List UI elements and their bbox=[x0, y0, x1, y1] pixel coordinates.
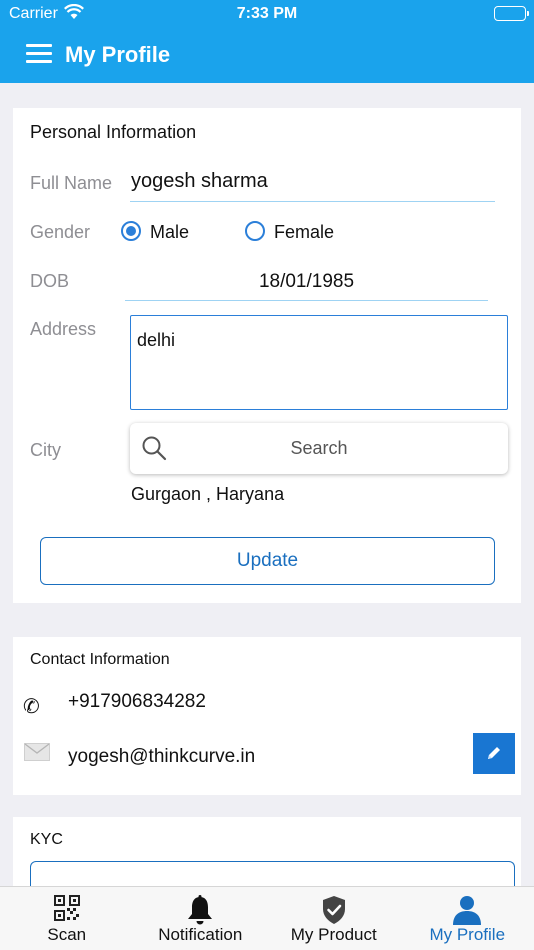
address-label: Address bbox=[30, 319, 97, 339]
contact-information-card: Contact Information ✆ +917906834282 yoge… bbox=[13, 637, 521, 795]
gender-male-label[interactable]: Male bbox=[150, 222, 189, 243]
personal-information-card: Personal Information Full Name yogesh sh… bbox=[13, 108, 521, 603]
tab-my-profile-label: My Profile bbox=[429, 925, 506, 944]
qr-code-icon bbox=[0, 895, 134, 925]
address-textarea[interactable]: delhi bbox=[130, 315, 508, 410]
bell-icon bbox=[134, 895, 268, 925]
tab-my-product-label: My Product bbox=[290, 925, 377, 944]
update-button[interactable]: Update bbox=[40, 537, 495, 585]
kyc-card: KYC bbox=[13, 817, 521, 891]
full-name-input[interactable]: yogesh sharma bbox=[131, 170, 268, 193]
gender-label: Gender bbox=[30, 222, 91, 242]
city-label: City bbox=[30, 440, 61, 460]
full-name-underline bbox=[130, 201, 495, 202]
shield-check-icon bbox=[267, 895, 401, 925]
tab-my-profile[interactable]: My Profile bbox=[401, 887, 534, 950]
gender-male-radio[interactable] bbox=[121, 221, 141, 241]
contact-information-title: Contact Information bbox=[30, 651, 170, 668]
tab-scan[interactable]: Scan bbox=[0, 887, 134, 950]
tab-my-product[interactable]: My Product bbox=[267, 887, 401, 950]
dob-underline bbox=[125, 300, 488, 301]
hamburger-menu-icon[interactable] bbox=[26, 44, 52, 64]
tab-notification[interactable]: Notification bbox=[134, 887, 268, 950]
gender-female-label[interactable]: Female bbox=[274, 222, 334, 243]
city-search-box[interactable]: Search bbox=[130, 423, 508, 474]
tab-scan-label: Scan bbox=[47, 925, 87, 944]
dob-input[interactable]: 18/01/1985 bbox=[125, 271, 488, 293]
bottom-tab-bar: Scan Notification My Product My Profile bbox=[0, 886, 534, 950]
page-title: My Profile bbox=[65, 42, 171, 67]
personal-information-title: Personal Information bbox=[30, 122, 197, 142]
phone-number: +917906834282 bbox=[68, 691, 206, 712]
envelope-icon bbox=[24, 743, 50, 766]
battery-icon bbox=[494, 6, 529, 21]
edit-contact-button[interactable] bbox=[473, 733, 515, 774]
tab-notification-label: Notification bbox=[158, 925, 243, 944]
full-name-label: Full Name bbox=[30, 173, 113, 193]
city-value: Gurgaon , Haryana bbox=[131, 484, 285, 504]
city-search-placeholder: Search bbox=[290, 438, 348, 458]
nav-bar: My Profile bbox=[0, 28, 534, 83]
dob-label: DOB bbox=[30, 271, 70, 291]
gender-female-radio[interactable] bbox=[245, 221, 265, 241]
status-bar: Carrier 7:33 PM bbox=[0, 0, 534, 28]
phone-icon: ✆ bbox=[23, 696, 40, 718]
kyc-title: KYC bbox=[30, 831, 63, 848]
email-address: yogesh@thinkcurve.in bbox=[68, 746, 256, 767]
user-icon bbox=[401, 895, 534, 925]
pencil-icon bbox=[488, 747, 500, 759]
status-time: 7:33 PM bbox=[236, 5, 298, 22]
